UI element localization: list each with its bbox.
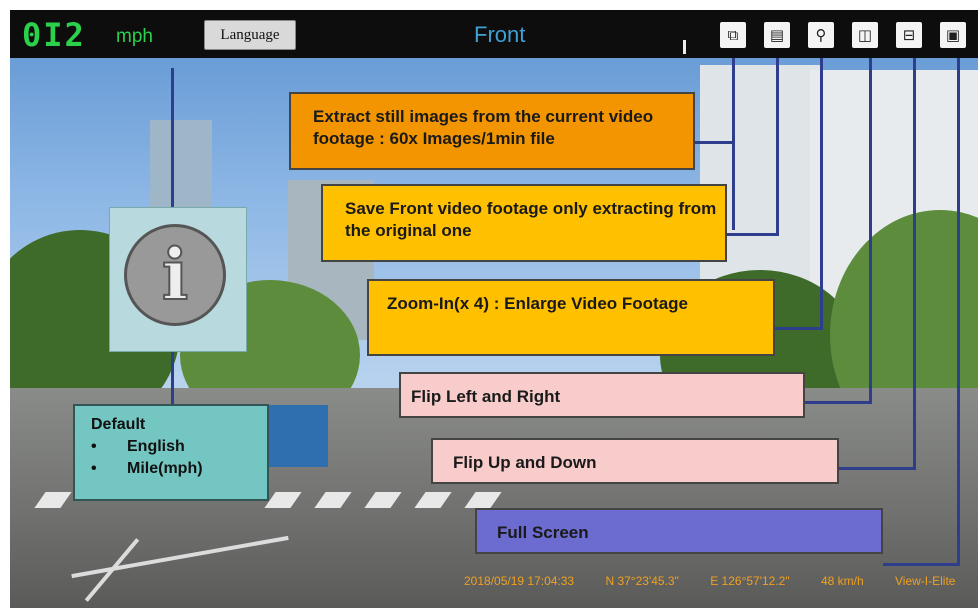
callout-flip-up-down: Flip Up and Down <box>431 438 839 484</box>
callout-zoom: Zoom-In(x 4) : Enlarge Video Footage <box>367 279 775 356</box>
info-panel: i <box>109 207 247 352</box>
flip-vertical-icon[interactable]: ⊟ <box>896 22 922 48</box>
status-speed: 48 km/h <box>820 574 864 588</box>
default-item-language: English <box>91 436 267 458</box>
status-brand: View-I-Elite <box>895 574 956 588</box>
view-title: Front <box>474 22 526 47</box>
copy-icon[interactable]: ⧉ <box>720 22 746 48</box>
zoom-icon[interactable]: ⚲ <box>808 22 834 48</box>
status-datetime: 2018/05/19 17:04:33 <box>464 574 575 588</box>
leader-line <box>776 58 779 236</box>
toolbar-marker <box>683 40 686 54</box>
leader-line <box>805 401 872 404</box>
status-longitude: E 126°57'12.2" <box>710 574 790 588</box>
info-icon: i <box>124 224 226 326</box>
leader-line <box>732 58 735 230</box>
save-icon[interactable]: ▤ <box>764 22 790 48</box>
callout-flip-left-right: Flip Left and Right <box>399 372 805 418</box>
default-title: Default <box>91 416 146 433</box>
leader-line <box>727 233 779 236</box>
leader-line <box>775 327 823 330</box>
leader-line <box>883 563 960 566</box>
status-latitude: N 37°23'45.3" <box>605 574 679 588</box>
leader-line <box>171 68 174 208</box>
leader-line <box>820 58 823 330</box>
fullscreen-icon[interactable]: ▣ <box>940 22 966 48</box>
video-status-bar: 2018/05/19 17:04:33 N 37°23'45.3" E 126°… <box>464 574 978 588</box>
leader-line <box>695 141 732 144</box>
speed-readout: 0I2 <box>22 16 86 54</box>
default-settings-box: Default English Mile(mph) <box>73 404 269 501</box>
callout-full-screen: Full Screen <box>475 508 883 554</box>
leader-line <box>869 58 872 404</box>
flip-horizontal-icon[interactable]: ◫ <box>852 22 878 48</box>
leader-line <box>913 58 916 470</box>
default-item-unit: Mile(mph) <box>91 458 267 480</box>
leader-line <box>957 58 960 566</box>
leader-line <box>839 467 916 470</box>
video-player: 0I2 mph Language Front ⧉ ▤ ⚲ ◫ ⊟ ▣ i Def… <box>10 10 978 608</box>
callout-save-front: Save Front video footage only extracting… <box>321 184 727 262</box>
callout-extract-images: Extract still images from the current vi… <box>289 92 695 170</box>
language-button[interactable]: Language <box>204 20 296 50</box>
info-glyph: i <box>161 232 190 317</box>
top-toolbar: 0I2 mph Language Front ⧉ ▤ ⚲ ◫ ⊟ ▣ <box>10 10 978 58</box>
speed-unit: mph <box>116 26 153 47</box>
